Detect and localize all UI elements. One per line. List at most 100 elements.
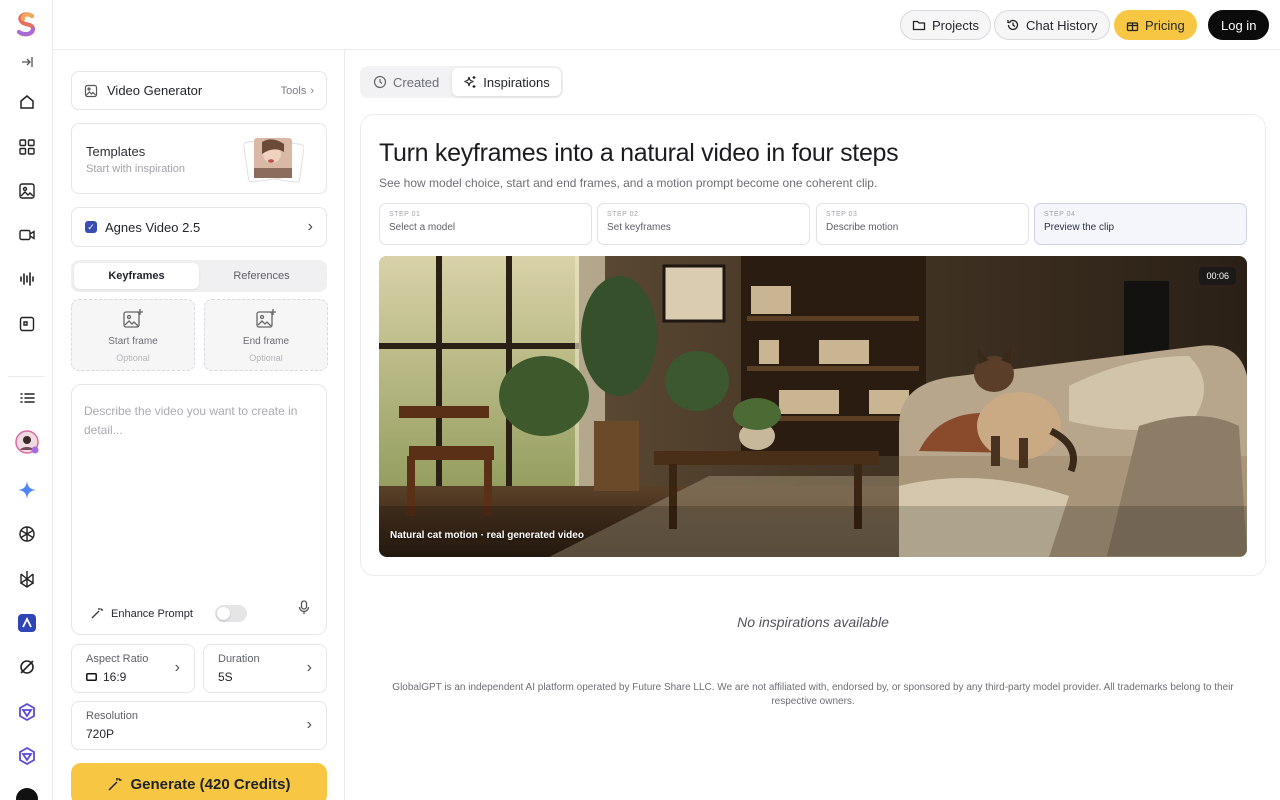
model-name: Agnes Video 2.5	[105, 219, 201, 235]
audio-wave-icon[interactable]	[14, 266, 40, 292]
tab-keyframes[interactable]: Keyframes	[74, 263, 199, 289]
grok-icon[interactable]	[14, 654, 40, 680]
end-frame-optional: Optional	[249, 353, 283, 363]
tab-inspirations-label: Inspirations	[483, 74, 550, 90]
image-icon[interactable]	[14, 178, 40, 204]
step-card[interactable]: STEP 01 Select a model	[379, 203, 592, 245]
collapse-icon[interactable]	[14, 49, 40, 75]
top-bar: Projects Chat History Pricing Log in	[53, 0, 1280, 50]
content-tabs: Created Inspirations	[360, 66, 563, 98]
step-label: Preview the clip	[1044, 222, 1115, 233]
magic-wand-icon	[91, 608, 103, 619]
step-number: STEP 03	[826, 211, 858, 218]
perplexity-icon[interactable]	[14, 566, 40, 592]
step-label: Select a model	[389, 222, 456, 233]
hero-subtitle: See how model choice, start and end fram…	[379, 176, 878, 190]
sparkle-icon[interactable]	[14, 477, 40, 503]
home-icon[interactable]	[14, 89, 40, 115]
aspect-ratio-label: Aspect Ratio	[86, 653, 149, 665]
chat-history-label: Chat History	[1026, 17, 1098, 33]
avatar[interactable]	[14, 429, 40, 455]
history-icon	[1007, 19, 1019, 31]
model-selector[interactable]: ✓ Agnes Video 2.5 ›	[71, 207, 327, 247]
slides-icon[interactable]	[14, 311, 40, 337]
magic-wand-icon	[108, 777, 122, 791]
step-number: STEP 01	[389, 211, 421, 218]
login-button[interactable]: Log in	[1208, 10, 1270, 40]
tools-label: Tools	[280, 84, 307, 97]
projects-button[interactable]: Projects	[900, 10, 991, 40]
agnes-icon: ✓	[85, 221, 97, 233]
resolution-selector[interactable]: Resolution 720P ›	[71, 701, 327, 750]
gift-icon	[1126, 21, 1139, 31]
templates-card[interactable]: Templates Start with inspiration	[71, 123, 327, 194]
chevron-right-icon: ›	[306, 716, 312, 733]
resolution-label: Resolution	[86, 710, 138, 722]
end-frame-upload[interactable]: End frame Optional	[204, 299, 328, 371]
footer-disclaimer: GlobalGPT is an independent AI platform …	[392, 682, 1234, 707]
step-card[interactable]: STEP 02 Set keyframes	[597, 203, 810, 245]
frame-mode-tabs: Keyframes References	[71, 260, 327, 292]
tab-created-label: Created	[393, 74, 440, 90]
step-label: Describe motion	[826, 222, 899, 233]
projects-label: Projects	[932, 17, 979, 33]
video-icon[interactable]	[14, 222, 40, 248]
tool-selector[interactable]: Video Generator Tools ›	[71, 71, 327, 110]
enhance-prompt-toggle[interactable]	[214, 605, 247, 622]
step-number: STEP 02	[607, 211, 639, 218]
duration-selector[interactable]: Duration 5S ›	[203, 644, 327, 693]
add-image-icon	[256, 309, 276, 328]
start-frame-optional: Optional	[116, 353, 150, 363]
enhance-prompt-row: Enhance Prompt	[90, 605, 247, 622]
hero-title: Turn keyframes into a natural video in f…	[379, 139, 899, 167]
chevron-right-icon: ›	[306, 659, 312, 676]
chevron-right-icon: ›	[174, 659, 180, 676]
nano-icon-2[interactable]	[14, 743, 40, 769]
nano-icon[interactable]	[14, 699, 40, 725]
generator-panel: Video Generator Tools › Templates Start …	[53, 50, 345, 800]
aspect-ratio-value: 16:9	[103, 670, 127, 684]
step-number: STEP 04	[1044, 211, 1076, 218]
image-icon	[84, 84, 98, 97]
empty-state: No inspirations available	[737, 614, 889, 630]
left-rail	[0, 0, 53, 800]
chat-history-button[interactable]: Chat History	[994, 10, 1110, 40]
duration-value: 5S	[218, 670, 233, 684]
step-card-active[interactable]: STEP 04 Preview the clip	[1034, 203, 1247, 245]
enhance-prompt-label: Enhance Prompt	[111, 607, 193, 620]
tools-link[interactable]: Tools ›	[281, 85, 314, 97]
pricing-button[interactable]: Pricing	[1114, 10, 1197, 40]
tool-title: Video Generator	[107, 83, 203, 98]
resolution-value: 720P	[86, 727, 115, 741]
step-card[interactable]: STEP 03 Describe motion	[816, 203, 1029, 245]
sparkles-icon	[464, 76, 476, 88]
step-label: Set keyframes	[607, 222, 671, 233]
extra-app-icon[interactable]	[14, 786, 40, 800]
apps-grid-icon[interactable]	[14, 134, 40, 160]
aspect-ratio-selector[interactable]: Aspect Ratio 16:9 ›	[71, 644, 195, 693]
generate-label: Generate (420 Credits)	[130, 775, 291, 793]
tab-inspirations[interactable]: Inspirations	[452, 68, 561, 96]
login-label: Log in	[1221, 17, 1257, 33]
main-content: Created Inspirations Turn keyframes into…	[346, 50, 1280, 800]
chevron-right-icon: ›	[310, 84, 314, 97]
microphone-icon[interactable]	[298, 600, 310, 618]
tab-references[interactable]: References	[199, 263, 324, 289]
video-caption: Natural cat motion · real generated vide…	[390, 530, 584, 541]
list-icon[interactable]	[14, 385, 40, 411]
brand-logo[interactable]	[13, 11, 39, 37]
end-frame-label: End frame	[242, 336, 290, 347]
prompt-input[interactable]	[84, 402, 314, 582]
agnes-icon[interactable]	[14, 610, 40, 636]
templates-thumbnails	[242, 136, 305, 184]
video-frame-illustration	[379, 256, 1247, 557]
openai-icon[interactable]	[14, 521, 40, 547]
clock-icon	[373, 75, 387, 89]
aspect-ratio-icon	[86, 673, 97, 681]
duration-label: Duration	[218, 653, 260, 665]
generate-button[interactable]: Generate (420 Credits)	[71, 763, 327, 800]
start-frame-upload[interactable]: Start frame Optional	[71, 299, 195, 371]
video-preview[interactable]: 00:06 Natural cat motion · real generate…	[379, 256, 1247, 557]
tab-created[interactable]: Created	[362, 68, 450, 96]
rail-divider	[8, 376, 45, 377]
